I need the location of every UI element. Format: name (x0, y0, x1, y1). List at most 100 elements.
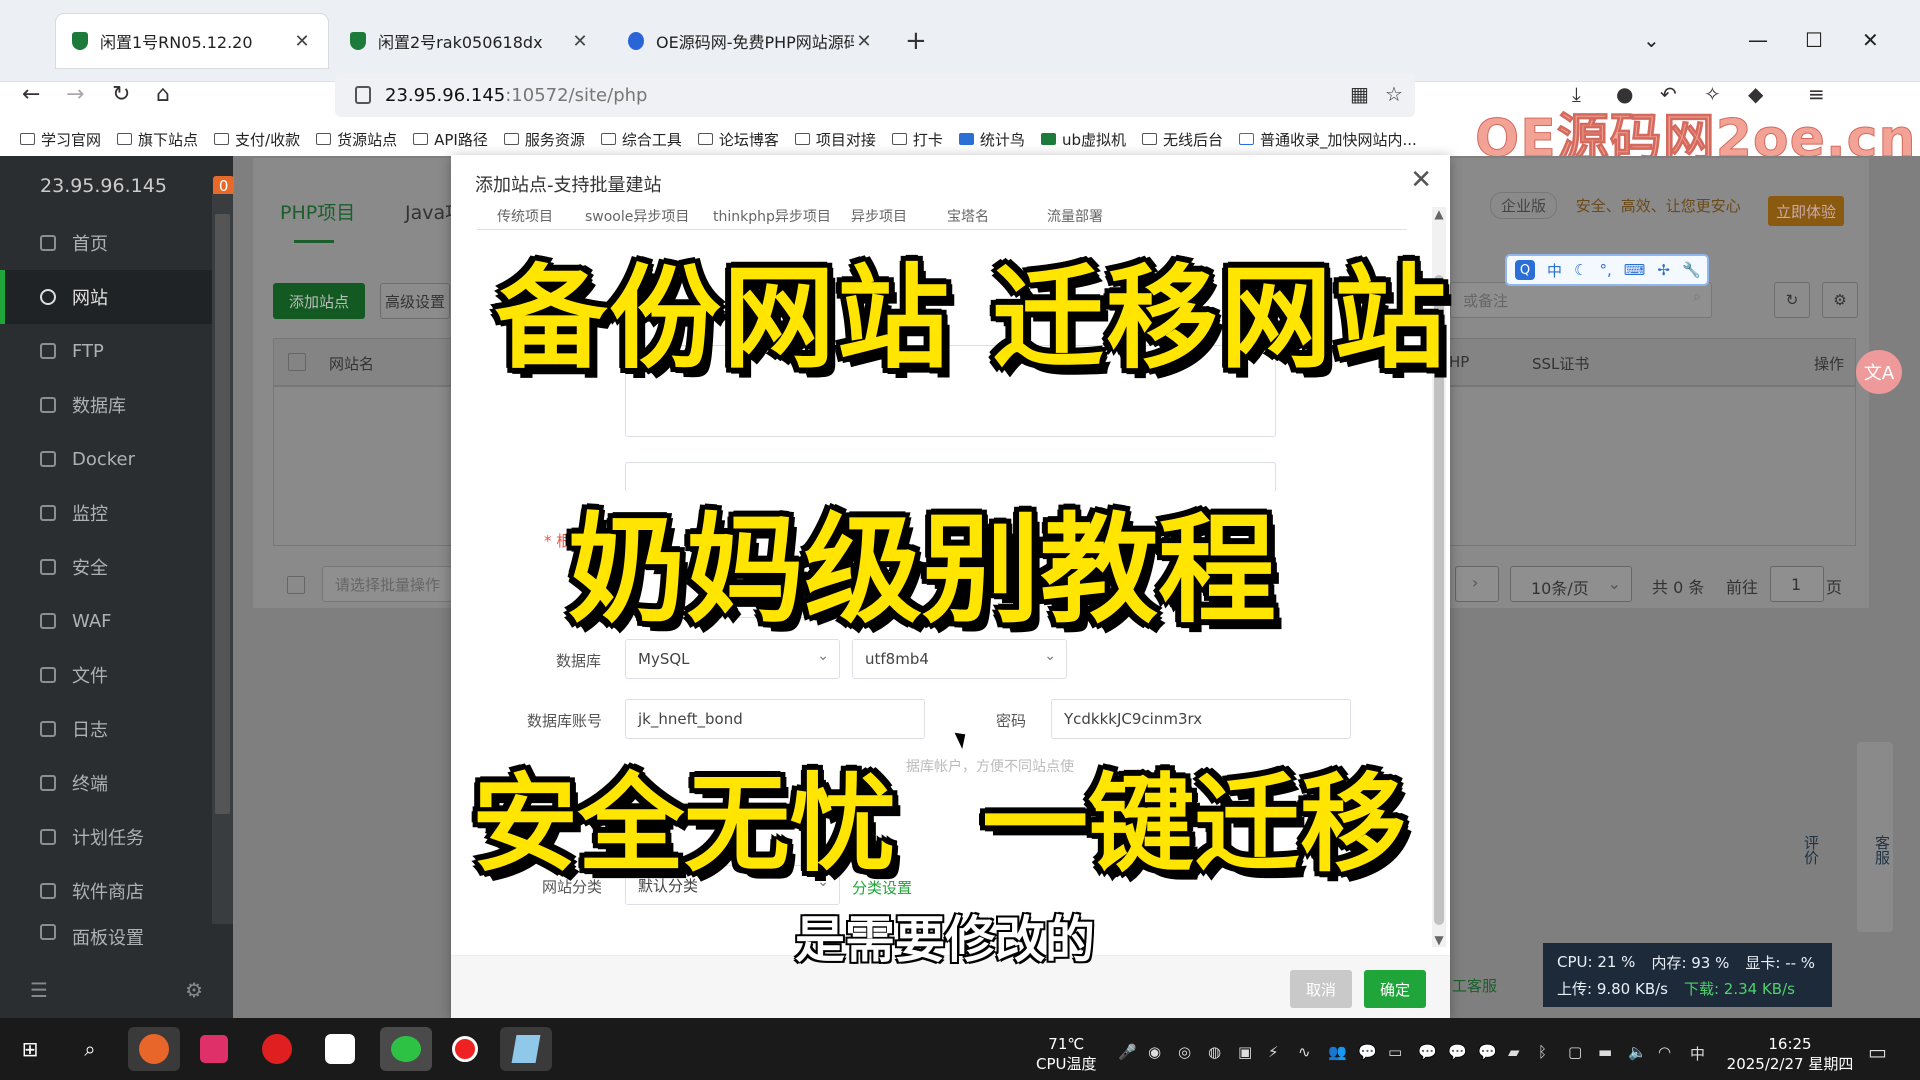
db-account-input[interactable]: jk_hneft_bond (625, 699, 925, 739)
tray-app-icon[interactable]: ◎ (1178, 1043, 1191, 1061)
password-input[interactable]: YcdkkkJC9cinm3rx (1051, 699, 1351, 739)
search-icon[interactable]: ⌕ (1693, 289, 1701, 305)
input-language[interactable]: 中 (1690, 1043, 1705, 1064)
app-red-icon[interactable] (192, 1027, 236, 1071)
bookmark-item[interactable]: 综合工具 (600, 129, 682, 150)
sidebar-item-home[interactable]: 首页 (0, 216, 233, 270)
notification-icon[interactable]: ▭ (1868, 1040, 1887, 1064)
bookmark-item[interactable]: 旗下站点 (117, 129, 198, 150)
wechat-tray-icon-3[interactable]: 💬 (1448, 1043, 1467, 1061)
clock[interactable]: 16:25 2025/2/27 星期四 (1720, 1034, 1860, 1074)
folder-tray-icon[interactable]: ▭ (1388, 1043, 1402, 1061)
firefox-icon[interactable] (128, 1027, 180, 1071)
qr-code-icon[interactable]: ▦ (1350, 82, 1369, 106)
bookmark-item[interactable]: 论坛博客 (697, 129, 779, 150)
confirm-button[interactable]: 确定 (1364, 970, 1426, 1008)
record-tray-icon[interactable]: ◉ (1148, 1043, 1161, 1061)
bookmark-item[interactable]: 服务资源 (503, 129, 585, 150)
close-tab-icon[interactable]: ✕ (854, 31, 874, 52)
sidebar-scrollbar[interactable] (212, 194, 233, 924)
page-number-input[interactable]: 1 (1770, 566, 1824, 602)
bookmark-item[interactable]: API路径 (413, 129, 488, 150)
advanced-settings-button[interactable]: 高级设置 (380, 283, 450, 319)
cancel-button[interactable]: 取消 (1290, 970, 1352, 1008)
wrench-icon[interactable]: 🔧 (1682, 261, 1701, 279)
bookmark-item[interactable]: 无线后台 (1141, 129, 1223, 150)
wechat-icon[interactable] (380, 1027, 432, 1071)
bluetooth-icon[interactable]: ᛒ (1538, 1043, 1547, 1061)
tray-people-icon[interactable]: 👥 (1328, 1043, 1347, 1061)
scroll-up-icon[interactable]: ▲ (1432, 207, 1446, 221)
sidebar-item-ftp[interactable]: FTP (0, 324, 233, 378)
ime-logo-icon[interactable]: Q (1515, 260, 1535, 280)
close-window-icon[interactable]: ✕ (1862, 28, 1879, 52)
tab-traffic-deploy[interactable]: 流量部署 (1047, 206, 1103, 226)
sidebar-item-docker[interactable]: Docker (0, 432, 233, 486)
sidebar-item-logs[interactable]: 日志 (0, 702, 233, 756)
new-tab-button[interactable]: + (905, 26, 927, 56)
home-icon[interactable]: ⌂ (156, 82, 170, 107)
enterprise-edition-badge[interactable]: 企业版 (1490, 192, 1558, 219)
alert-badge[interactable]: 0 (212, 176, 235, 196)
minimize-icon[interactable]: — (1748, 28, 1768, 52)
close-tab-icon[interactable]: ✕ (292, 31, 312, 52)
tab-traditional[interactable]: 传统项目 (497, 206, 553, 226)
search-icon[interactable]: ⌕ (68, 1027, 112, 1071)
wechat-tray-icon-4[interactable]: 💬 (1478, 1043, 1497, 1061)
col-php[interactable]: HP (1449, 353, 1469, 371)
bookmark-item[interactable]: 打卡 (891, 129, 943, 150)
wechat-tray-icon[interactable]: 💬 (1358, 1043, 1377, 1061)
close-icon[interactable]: ✕ (1410, 165, 1432, 195)
database-type-select[interactable]: MySQL ⌄ (625, 639, 840, 679)
punctuation-icon[interactable]: °, (1599, 261, 1611, 279)
collapse-menu-icon[interactable]: ☰ (30, 978, 48, 1002)
translate-icon[interactable]: 文A (1856, 350, 1902, 394)
battery-icon[interactable]: ▬ (1598, 1043, 1612, 1061)
gear-icon[interactable]: ⚙ (185, 978, 203, 1002)
bookmark-item[interactable]: 货源站点 (316, 129, 397, 150)
bookmark-item[interactable]: 项目对接 (794, 129, 876, 150)
sidebar-item-website[interactable]: 网站 (0, 270, 233, 324)
tab-async[interactable]: 异步项目 (851, 206, 907, 226)
col-site-name[interactable]: 网站名 (329, 353, 374, 374)
wifi-icon[interactable]: ◠ (1658, 1043, 1671, 1061)
add-site-button[interactable]: 添加站点 (273, 283, 365, 319)
windows-start-icon[interactable]: ⊞ (8, 1027, 52, 1071)
sidebar-item-terminal[interactable]: 终端 (0, 756, 233, 810)
sidebar-item-waf[interactable]: WAF (0, 594, 233, 648)
sidebar-item-store[interactable]: 软件商店 (0, 864, 233, 918)
app-tray-icon[interactable]: ▰ (1508, 1043, 1520, 1061)
sidebar-item-monitor[interactable]: 监控 (0, 486, 233, 540)
scroll-thumb[interactable] (215, 214, 230, 814)
keyboard-icon[interactable]: ⌨ (1624, 261, 1646, 279)
close-tab-icon[interactable]: ✕ (570, 31, 590, 52)
maximize-icon[interactable]: ☐ (1805, 28, 1823, 52)
row-select-checkbox[interactable] (287, 576, 305, 594)
tab-swoole[interactable]: swoole异步项目 (585, 206, 689, 226)
symbols-icon[interactable]: ✢ (1657, 261, 1670, 279)
batch-action-select[interactable]: 请选择批量操作 (322, 566, 452, 602)
forward-icon[interactable]: → (66, 82, 84, 107)
next-page-button[interactable]: › (1455, 566, 1499, 602)
settings-gear-icon[interactable]: ⚙ (1822, 282, 1858, 318)
tab-oe-source[interactable]: OE源码网-免费PHP网站源码模 ✕ (612, 14, 890, 68)
bookmark-item[interactable]: 普通收录_加快网站内... (1238, 129, 1417, 150)
bookmark-item[interactable]: 学习官网 (20, 129, 101, 150)
tray-lightning-icon[interactable]: ⚡ (1268, 1043, 1279, 1061)
select-all-checkbox[interactable] (288, 353, 306, 371)
moon-icon[interactable]: ☾ (1574, 261, 1587, 279)
scroll-down-icon[interactable]: ▼ (1432, 933, 1446, 947)
address-bar[interactable]: 23.95.96.145 :10572/site/php (335, 73, 1415, 117)
tab-php-project[interactable]: PHP项目 (280, 198, 355, 243)
notepad-icon[interactable] (500, 1027, 552, 1071)
bookmark-item[interactable]: ub虚拟机 (1040, 129, 1126, 150)
bookmark-star-icon[interactable]: ☆ (1385, 82, 1403, 106)
site-search-input[interactable]: 或备注 ⌕ (1450, 282, 1712, 318)
netease-tray-icon[interactable]: ◍ (1208, 1043, 1221, 1061)
tab-idle-2[interactable]: 闲置2号rak050618dx ✕ (334, 14, 606, 68)
display-icon[interactable]: ▢ (1568, 1043, 1582, 1061)
customer-service-link[interactable]: 工客服 (1452, 975, 1497, 996)
sidebar-item-schedule[interactable]: 计划任务 (0, 810, 233, 864)
capcut-icon[interactable] (318, 1027, 362, 1071)
ime-chinese-mode[interactable]: 中 (1547, 260, 1562, 281)
